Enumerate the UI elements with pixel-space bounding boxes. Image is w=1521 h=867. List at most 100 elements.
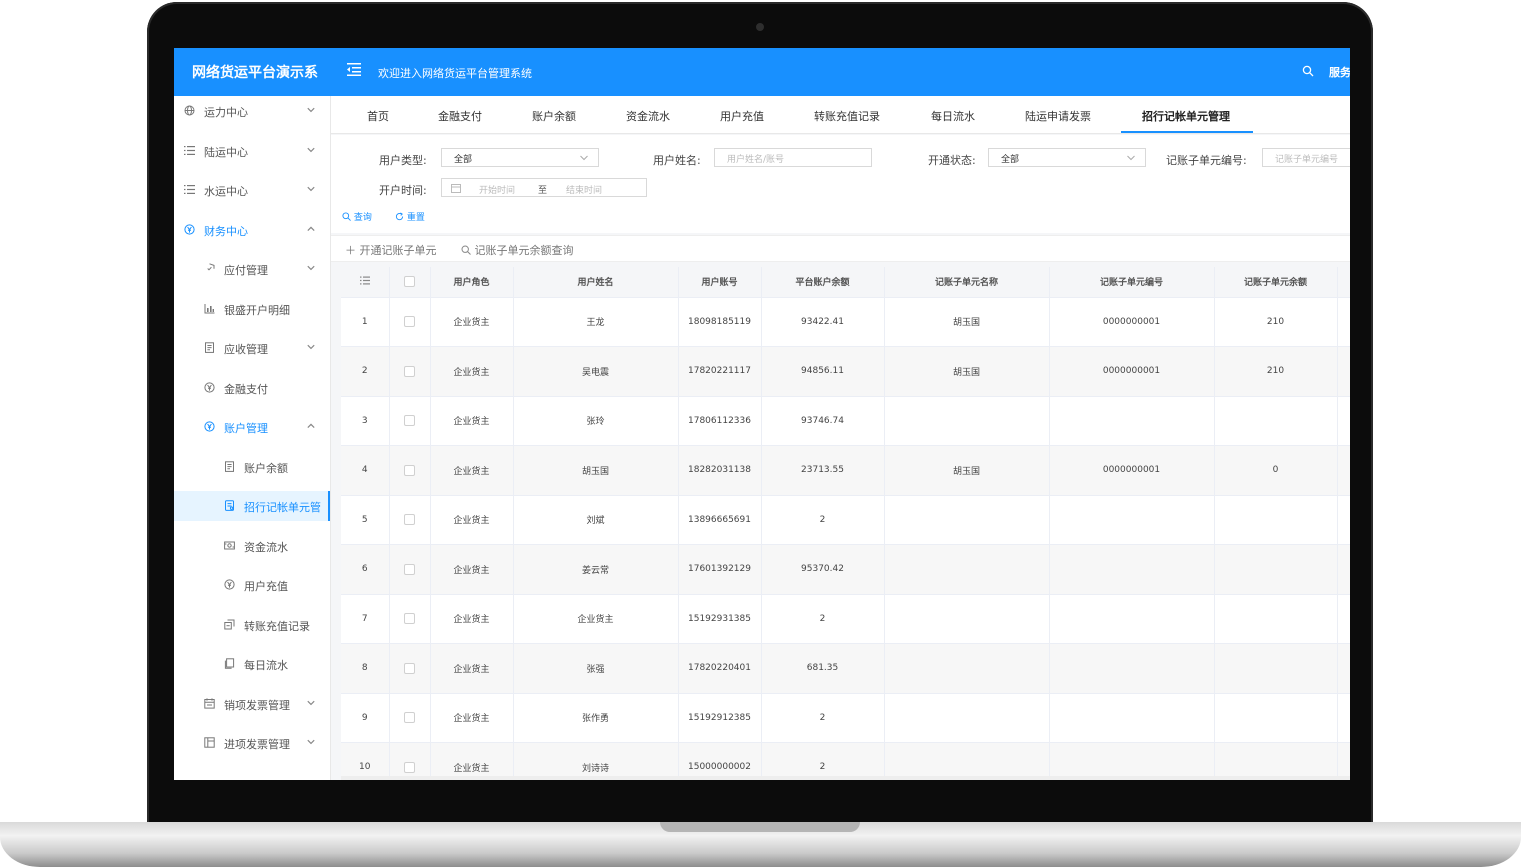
row-checkbox[interactable] bbox=[404, 662, 415, 674]
table-row[interactable]: 9 企业货主 张作勇 15192912385 2 bbox=[341, 693, 1350, 743]
row-checkbox[interactable] bbox=[404, 415, 415, 427]
end-date-input[interactable]: 结束时间 bbox=[566, 183, 602, 196]
cell-balance: 2 bbox=[761, 742, 885, 780]
row-checkbox-cell[interactable] bbox=[389, 594, 431, 644]
row-number: 6 bbox=[341, 544, 390, 595]
sidebar-item-13[interactable]: 用户充值 bbox=[174, 570, 330, 600]
table-row[interactable]: 5 企业货主 刘斌 13896665691 2 bbox=[341, 495, 1350, 545]
table-row[interactable]: 8 企业货主 张强 17820220401 681.35 bbox=[341, 643, 1350, 694]
invoice-icon bbox=[204, 697, 215, 709]
table-row[interactable]: 7 企业货主 企业货主 15192931385 2 bbox=[341, 594, 1350, 644]
service-menu[interactable]: 服务 bbox=[1329, 64, 1350, 80]
user-type-select[interactable]: 全部 bbox=[441, 148, 599, 167]
user-name-input[interactable]: 用户姓名/账号 bbox=[714, 148, 872, 167]
column-header-name[interactable]: 用户姓名 bbox=[513, 267, 679, 298]
search-icon[interactable] bbox=[1302, 65, 1314, 77]
cell-name: 姜云常 bbox=[513, 544, 679, 595]
row-checkbox-cell[interactable] bbox=[389, 297, 431, 347]
reset-label: 重置 bbox=[406, 213, 425, 223]
sidebar-item-2[interactable]: 陆运中心 bbox=[174, 136, 330, 166]
globe-icon bbox=[184, 105, 195, 116]
column-header-balance[interactable]: 平台账户余额 bbox=[761, 267, 885, 298]
row-checkbox-cell[interactable] bbox=[389, 495, 431, 545]
open-unit-button[interactable]: ＋ 开通记账子单元 bbox=[345, 242, 437, 258]
app-screen: 网络货运平台演示系 欢迎进入网络货运平台管理系统 服务 运力中心 陆运中心 水运中心… bbox=[174, 48, 1350, 780]
tab-9[interactable]: 招行记帐单元管理 bbox=[1142, 108, 1230, 124]
brand-title: 网络货运平台演示系 bbox=[192, 65, 318, 81]
row-checkbox-cell[interactable] bbox=[389, 643, 431, 694]
row-checkbox-cell[interactable] bbox=[389, 445, 431, 496]
tab-4[interactable]: 资金流水 bbox=[626, 108, 670, 124]
tab-6[interactable]: 转账充值记录 bbox=[814, 108, 880, 124]
menu-fold-icon[interactable] bbox=[346, 61, 362, 77]
row-checkbox[interactable] bbox=[404, 563, 415, 575]
cell-balance: 2 bbox=[761, 594, 885, 644]
cell-unit-name bbox=[884, 693, 1050, 743]
sidebar-item-1[interactable]: 运力中心 bbox=[174, 96, 330, 126]
table-row[interactable]: 6 企业货主 姜云常 17601392129 95370.42 bbox=[341, 544, 1350, 595]
sidebar-item-15[interactable]: 每日流水 bbox=[174, 649, 330, 679]
balance-query-button[interactable]: 记账子单元余额查询 bbox=[461, 242, 574, 258]
sidebar-item-6[interactable]: 银盛开户明细 bbox=[174, 294, 330, 324]
row-checkbox-cell[interactable] bbox=[389, 742, 431, 780]
sidebar-item-label: 用户充值 bbox=[244, 580, 288, 593]
row-checkbox[interactable] bbox=[404, 712, 415, 724]
status-label: 开通状态: bbox=[928, 154, 976, 167]
table-row[interactable]: 3 企业货主 张玲 17806112336 93746.74 bbox=[341, 396, 1350, 446]
row-number: 10 bbox=[341, 742, 390, 780]
sidebar-item-8[interactable]: 金融支付 bbox=[174, 373, 330, 403]
row-checkbox-cell[interactable] bbox=[389, 544, 431, 595]
horizontal-scrollbar[interactable] bbox=[341, 776, 1350, 780]
sidebar-item-5[interactable]: 应付管理 bbox=[174, 254, 330, 284]
sidebar-item-16[interactable]: 销项发票管理 bbox=[174, 689, 330, 719]
unit-no-input[interactable]: 记账子单元编号 bbox=[1262, 148, 1350, 167]
yen-icon bbox=[204, 421, 215, 432]
row-checkbox[interactable] bbox=[404, 464, 415, 476]
status-select[interactable]: 全部 bbox=[988, 148, 1146, 167]
table-row[interactable]: 4 企业货主 胡玉国 18282031138 23713.55 胡玉国 0000000001… bbox=[341, 445, 1350, 496]
sidebar-item-12[interactable]: 资金流水 bbox=[174, 531, 330, 561]
tab-7[interactable]: 每日流水 bbox=[931, 108, 975, 124]
sidebar-item-17[interactable]: 进项发票管理 bbox=[174, 728, 330, 758]
chevron-down-icon bbox=[307, 739, 315, 745]
query-button[interactable]: 查询 bbox=[342, 210, 372, 223]
table-row[interactable]: 10 企业货主 刘诗诗 15000000002 2 bbox=[341, 742, 1350, 780]
row-checkbox[interactable] bbox=[404, 761, 415, 773]
cell-role: 企业货主 bbox=[430, 495, 514, 545]
column-header-account[interactable]: 用户账号 bbox=[678, 267, 762, 298]
column-settings-header[interactable] bbox=[341, 267, 390, 298]
sidebar-item-3[interactable]: 水运中心 bbox=[174, 175, 330, 205]
column-header-unit-no[interactable]: 记账子单元编号 bbox=[1049, 267, 1215, 298]
row-checkbox[interactable] bbox=[404, 316, 415, 328]
sidebar-item-14[interactable]: 转账充值记录 bbox=[174, 610, 330, 640]
table-row[interactable]: 1 企业货主 王龙 18098185119 93422.41 胡玉国 0000000001 2… bbox=[341, 297, 1350, 347]
table-row[interactable]: 2 企业货主 吴电震 17820221117 94856.11 胡玉国 0000000001… bbox=[341, 346, 1350, 397]
tab-8[interactable]: 陆运申请发票 bbox=[1025, 108, 1091, 124]
select-all-checkbox-cell[interactable] bbox=[389, 267, 431, 298]
row-number: 9 bbox=[341, 693, 390, 743]
column-header-unit-name[interactable]: 记账子单元名称 bbox=[884, 267, 1050, 298]
start-date-input[interactable]: 开始时间 bbox=[479, 183, 515, 196]
select-all-checkbox[interactable] bbox=[404, 276, 415, 288]
sidebar-item-11[interactable]: 招行记帐单元管 bbox=[174, 491, 330, 521]
user-type-value: 全部 bbox=[454, 155, 473, 165]
row-checkbox[interactable] bbox=[404, 365, 415, 377]
date-range-picker[interactable]: 开始时间 至 结束时间 bbox=[441, 178, 647, 197]
sidebar-item-4[interactable]: 财务中心 bbox=[174, 215, 330, 245]
sidebar-item-7[interactable]: 应收管理 bbox=[174, 333, 330, 363]
row-checkbox-cell[interactable] bbox=[389, 693, 431, 743]
tab-2[interactable]: 金融支付 bbox=[438, 108, 482, 124]
tab-1[interactable]: 首页 bbox=[367, 108, 389, 124]
tab-5[interactable]: 用户充值 bbox=[720, 108, 764, 124]
sidebar-item-10[interactable]: 账户余额 bbox=[174, 452, 330, 482]
sidebar-item-9[interactable]: 账户管理 bbox=[174, 412, 330, 442]
cell-unit-balance bbox=[1214, 544, 1338, 595]
row-checkbox-cell[interactable] bbox=[389, 396, 431, 446]
tab-3[interactable]: 账户余额 bbox=[532, 108, 576, 124]
row-checkbox-cell[interactable] bbox=[389, 346, 431, 397]
row-checkbox[interactable] bbox=[404, 514, 415, 526]
column-header-role[interactable]: 用户角色 bbox=[430, 267, 514, 298]
reset-button[interactable]: 重置 bbox=[395, 210, 425, 223]
row-checkbox[interactable] bbox=[404, 613, 415, 625]
column-header-unit-balance[interactable]: 记账子单元余额 bbox=[1214, 267, 1338, 298]
